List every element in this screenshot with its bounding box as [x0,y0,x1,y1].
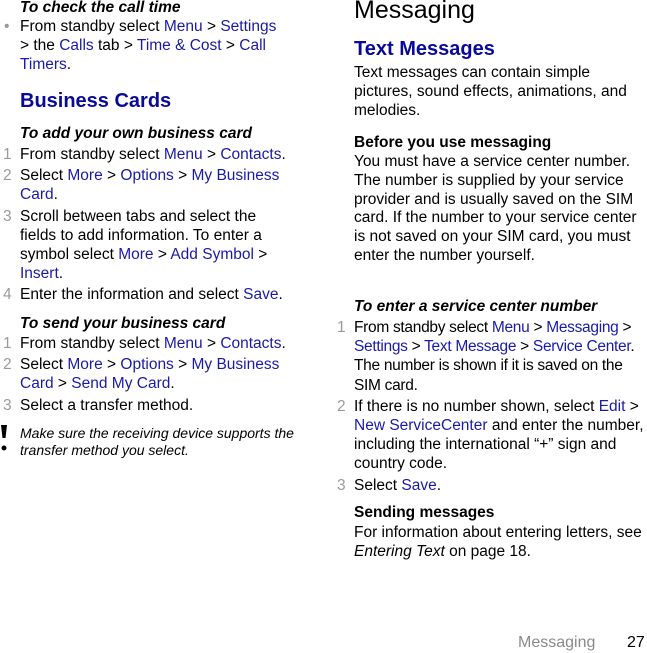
link-menu[interactable]: Menu [492,319,530,336]
page-number: 27 [627,634,645,651]
reference-entering-text: Entering Text [354,542,445,560]
enter-number-steps: 1 From standby select Menu > Messaging >… [337,318,644,495]
link-options[interactable]: Options [120,167,173,184]
link-more[interactable]: More [118,246,153,263]
link-contacts[interactable]: Contacts [220,335,281,352]
before-text: You must have a service center number. T… [354,153,637,264]
step-item: 3 Select Save. [337,476,442,494]
footer-section: Messaging [518,634,596,651]
note-text: Make sure the receiving device supports … [20,425,294,458]
step-item: 2 Select More > Options > My Business Ca… [3,356,280,393]
link-menu[interactable]: Menu [164,335,203,352]
link-contacts[interactable]: Contacts [220,146,281,163]
add-card-steps: 1 From standby select Menu > Contacts. 2… [3,145,310,305]
link-calls[interactable]: Calls [59,37,93,54]
link-add-symbol[interactable]: Add Symbol [170,246,254,263]
link-save[interactable]: Save [401,477,436,494]
step-item: 3 Scroll between tabs and select the fie… [3,207,268,283]
link-time-cost[interactable]: Time & Cost [137,37,222,54]
link-settings[interactable]: Settings [354,338,408,355]
link-send-my-card[interactable]: Send My Card [71,375,170,392]
step-item: 1 From standby select Menu > Messaging >… [337,319,635,394]
link-text-message[interactable]: Text Message [424,338,516,355]
check-call-time-step: • From standby select Menu > Settings > … [4,18,277,74]
link-menu[interactable]: Menu [164,18,203,35]
sending-heading: Sending messages [354,504,495,521]
enter-number-heading: To enter a service center number [354,298,598,315]
step-item: 1 From standby select Menu > Contacts. [3,335,286,352]
link-service-center[interactable]: Service Center [533,338,631,355]
text-messages-heading: Text Messages [354,38,495,60]
bullet-icon: • [4,18,10,35]
link-settings[interactable]: Settings [220,18,276,35]
page-title: Messaging [354,0,475,24]
link-options[interactable]: Options [120,356,173,373]
send-card-heading: To send your business card [20,315,226,332]
step-item: 3 Select a transfer method. [3,396,194,414]
check-call-time-heading: To check the call time [20,0,181,16]
warning-icon [0,424,8,454]
link-insert[interactable]: Insert [20,265,59,282]
add-card-heading: To add your own business card [20,125,252,142]
intro-text: Text messages can contain simple picture… [354,64,627,119]
link-more[interactable]: More [67,167,102,184]
step-item: 1 From standby select Menu > Contacts. [3,146,286,163]
link-edit[interactable]: Edit [599,398,626,415]
link-menu[interactable]: Menu [164,146,203,163]
before-heading: Before you use messaging [354,134,552,151]
business-cards-heading: Business Cards [20,90,172,112]
send-card-steps: 1 From standby select Menu > Contacts. 2… [3,334,310,415]
link-new-service-center[interactable]: New ServiceCenter [354,417,488,434]
step-item: 2 Select More > Options > My Business Ca… [3,167,280,204]
link-save[interactable]: Save [243,286,278,303]
sending-text: For information about entering letters, … [354,524,642,560]
step-item: 4 Enter the information and select Save. [3,286,283,304]
link-more[interactable]: More [67,356,102,373]
step-item: 2 If there is no number shown, select Ed… [337,397,644,473]
link-messaging[interactable]: Messaging [546,319,619,336]
